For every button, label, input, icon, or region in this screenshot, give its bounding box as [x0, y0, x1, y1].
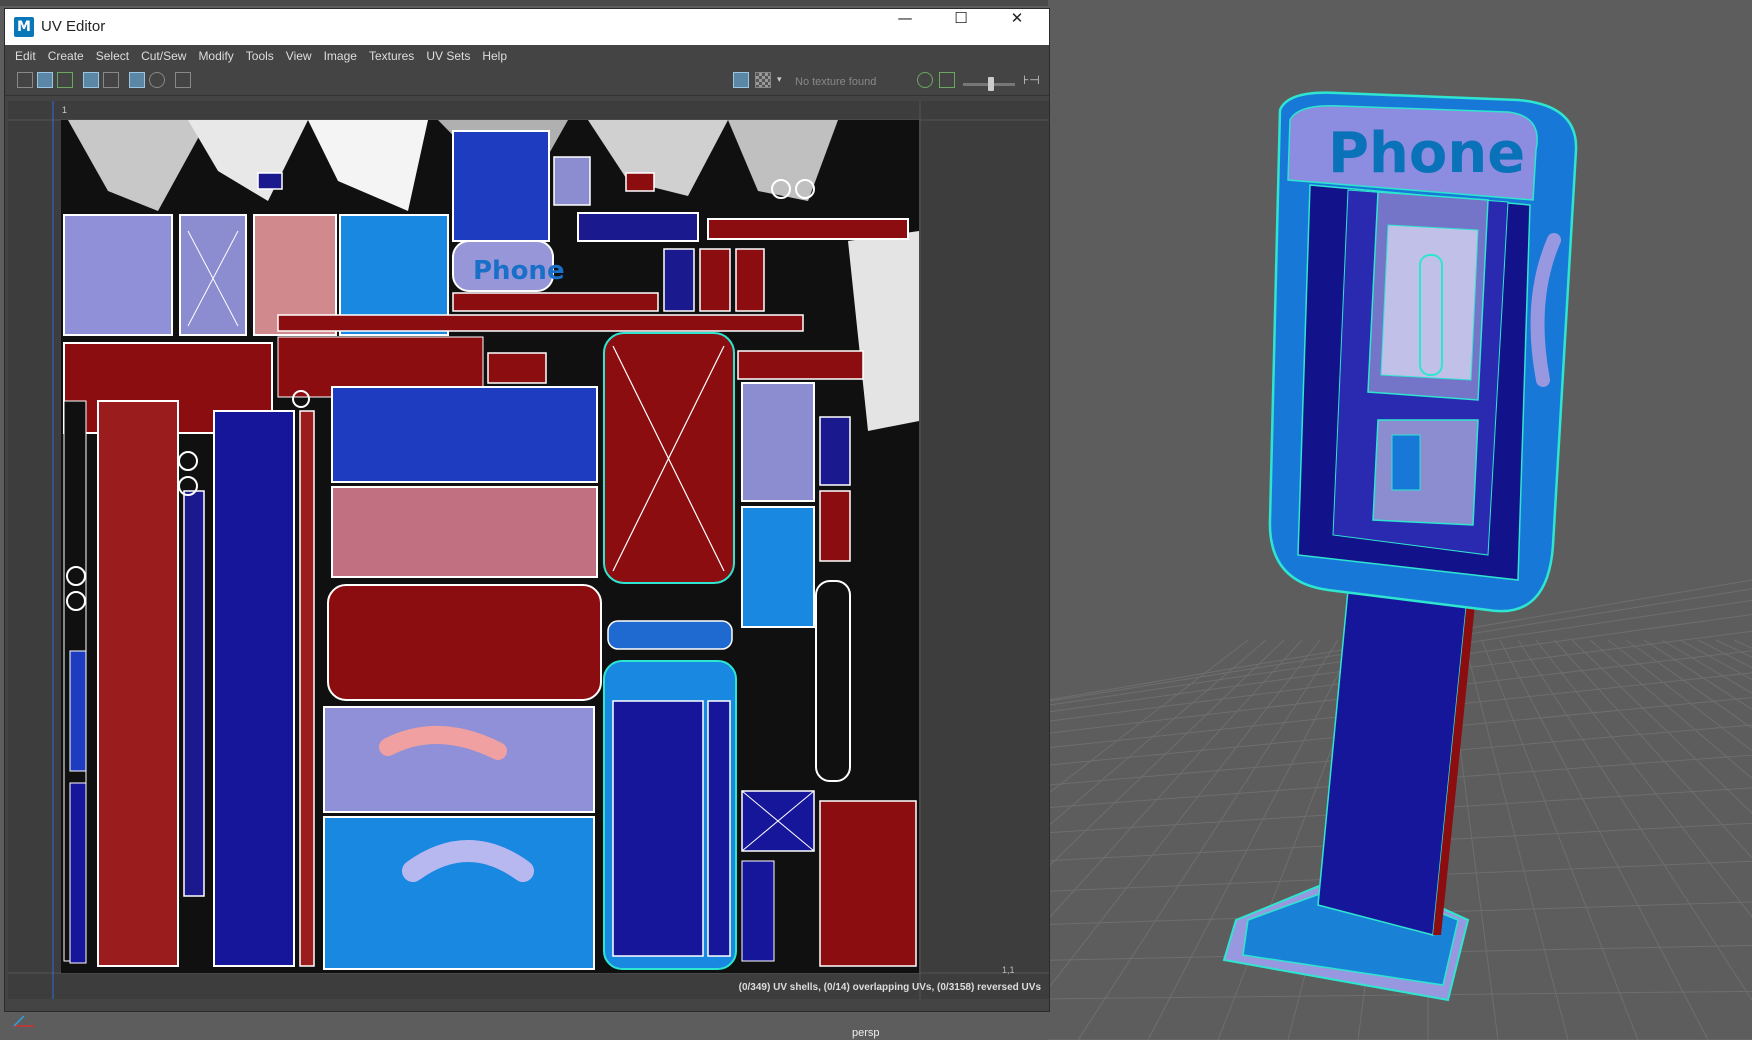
window-title: UV Editor: [41, 18, 106, 35]
menu-textures[interactable]: Textures: [363, 46, 420, 66]
menu-view[interactable]: View: [280, 46, 318, 66]
uv-origin-label: 1: [62, 105, 68, 115]
menu-bar: Edit Create Select Cut/Sew Modify Tools View Im…: [5, 45, 1049, 65]
menu-select[interactable]: Select: [90, 46, 135, 66]
maximize-button[interactable]: ☐: [933, 9, 989, 45]
close-button[interactable]: ✕: [989, 9, 1045, 45]
perspective-viewport[interactable]: Phone: [1048, 0, 1752, 1040]
camera-label: persp: [852, 1027, 880, 1039]
uv-layout: Phone: [8, 101, 1049, 999]
menu-edit[interactable]: Edit: [5, 46, 42, 66]
menu-modify[interactable]: Modify: [192, 46, 239, 66]
booth-sign-text: Phone: [1328, 121, 1525, 186]
camera-icon[interactable]: [175, 72, 191, 88]
uv-frame-alt-icon[interactable]: [103, 72, 119, 88]
minimize-button[interactable]: —: [877, 9, 933, 45]
menu-create[interactable]: Create: [42, 46, 90, 66]
menu-tools[interactable]: Tools: [240, 46, 280, 66]
title-bar[interactable]: M UV Editor — ☐ ✕: [5, 9, 1049, 46]
uv-layout-icon[interactable]: [17, 72, 33, 88]
texture-field[interactable]: No texture found: [795, 73, 915, 91]
snapshot-icon[interactable]: [149, 72, 165, 88]
uv-frame-icon[interactable]: [83, 72, 99, 88]
uv-status-bar: (0/349) UV shells, (0/14) overlapping UV…: [738, 982, 1041, 993]
menu-cut-sew[interactable]: Cut/Sew: [135, 46, 192, 66]
uv-canvas[interactable]: Phone 1 1,1 (0/349) UV shells, (0/14) ov…: [8, 101, 1049, 999]
checker-icon[interactable]: [755, 72, 771, 88]
uv-editor-window[interactable]: M UV Editor — ☐ ✕ Edit Create Select Cut/Se…: [4, 8, 1050, 1012]
menu-image[interactable]: Image: [318, 46, 363, 66]
uv-grid-icon[interactable]: [37, 72, 53, 88]
image-icon[interactable]: [939, 72, 955, 88]
image-display-icon[interactable]: [733, 72, 749, 88]
exposure-icon[interactable]: ⊦⊣: [1023, 72, 1040, 88]
dropdown-icon[interactable]: ▾: [777, 72, 793, 88]
grid-toggle-icon[interactable]: [129, 72, 145, 88]
uv-phone-label: Phone: [473, 256, 565, 286]
menu-help[interactable]: Help: [476, 46, 513, 66]
uv-coord-label: 1,1: [1002, 965, 1015, 975]
axis-gizmo-icon: [13, 1015, 34, 1027]
slider-thumb[interactable]: [988, 77, 994, 91]
payphone-model[interactable]: Phone: [1048, 0, 1752, 1040]
uv-shaded-icon[interactable]: [57, 72, 73, 88]
menu-uv-sets[interactable]: UV Sets: [420, 46, 476, 66]
maya-logo-icon: M: [14, 17, 34, 37]
texture-icon[interactable]: [917, 72, 933, 88]
